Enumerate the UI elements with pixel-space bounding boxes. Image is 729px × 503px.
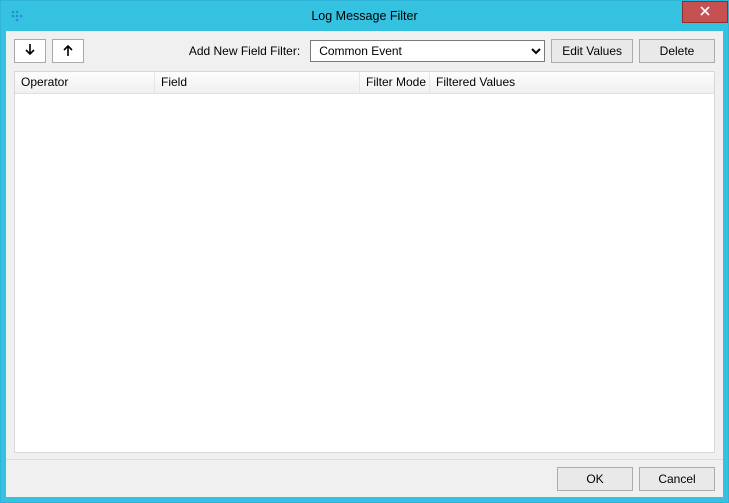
move-down-button[interactable] xyxy=(14,39,46,63)
ok-button[interactable]: OK xyxy=(557,467,633,491)
window-title: Log Message Filter xyxy=(1,9,728,23)
field-filter-select[interactable]: Common Event xyxy=(310,40,545,62)
grid-body xyxy=(15,94,714,452)
app-icon xyxy=(7,6,27,26)
col-filter-mode[interactable]: Filter Mode xyxy=(360,72,430,93)
col-filtered-values[interactable]: Filtered Values xyxy=(430,72,714,93)
close-icon xyxy=(700,5,710,19)
grid-header: Operator Field Filter Mode Filtered Valu… xyxy=(15,72,714,94)
col-operator[interactable]: Operator xyxy=(15,72,155,93)
toolbar: Add New Field Filter: Common Event Edit … xyxy=(6,31,723,71)
move-up-button[interactable] xyxy=(52,39,84,63)
arrow-up-icon xyxy=(62,43,74,60)
arrow-down-icon xyxy=(24,43,36,60)
title-bar: Log Message Filter xyxy=(1,1,728,31)
dialog-footer: OK Cancel xyxy=(6,459,723,497)
close-button[interactable] xyxy=(682,1,728,23)
col-field[interactable]: Field xyxy=(155,72,360,93)
client-area: Add New Field Filter: Common Event Edit … xyxy=(1,31,728,502)
filter-grid: Operator Field Filter Mode Filtered Valu… xyxy=(14,71,715,453)
add-filter-label: Add New Field Filter: xyxy=(189,44,300,58)
cancel-button[interactable]: Cancel xyxy=(639,467,715,491)
delete-button[interactable]: Delete xyxy=(639,39,715,63)
dialog-window: Log Message Filter Add New Field Filter: xyxy=(0,0,729,503)
edit-values-button[interactable]: Edit Values xyxy=(551,39,633,63)
